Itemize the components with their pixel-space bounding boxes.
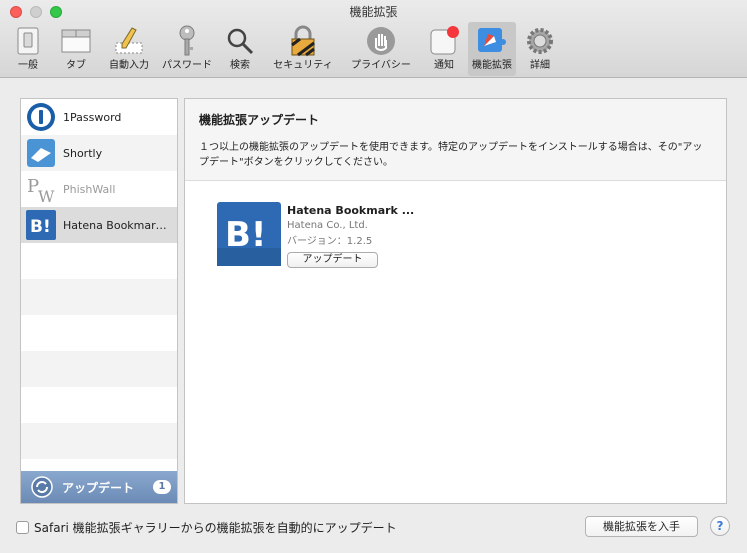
- extension-name: 1Password: [63, 110, 122, 124]
- toolbar-tabs[interactable]: タブ: [52, 22, 100, 76]
- toolbar-advanced[interactable]: 詳細: [516, 22, 564, 76]
- magnifier-icon: [224, 25, 256, 57]
- toolbar-label: セキュリティ: [273, 60, 333, 71]
- panel-header: 機能拡張アップデート １つ以上の機能拡張のアップデートを使用できます。特定のアッ…: [185, 99, 726, 181]
- preferences-window: 機能拡張 一般 タブ 自動入力 パスワード 検索 セキュリティ プライバシー 通…: [0, 0, 747, 553]
- padlock-icon: [287, 25, 319, 57]
- svg-text:B!: B!: [30, 217, 51, 237]
- phishwall-icon: PW: [25, 173, 57, 205]
- toolbar-label: パスワード: [162, 60, 212, 71]
- extensions-list: 1Password Shortly PW PhishWall B! Hatena…: [20, 98, 178, 504]
- updates-panel: 機能拡張アップデート １つ以上の機能拡張のアップデートを使用できます。特定のアッ…: [184, 98, 727, 504]
- toolbar-label: 通知: [434, 60, 454, 71]
- toolbar-privacy[interactable]: プライバシー: [342, 22, 420, 76]
- key-icon: [171, 25, 203, 57]
- extension-name: Shortly: [63, 146, 103, 160]
- extensions-compass-icon: [476, 25, 508, 57]
- updates-label: アップデート: [62, 480, 135, 495]
- toolbar-extensions[interactable]: 機能拡張: [468, 22, 516, 76]
- toolbar-security[interactable]: セキュリティ: [264, 22, 342, 76]
- preferences-toolbar: 一般 タブ 自動入力 パスワード 検索 セキュリティ プライバシー 通知 機能拡…: [4, 22, 564, 76]
- update-item-version: バージョン：1.2.5: [287, 236, 373, 247]
- auto-update-checkbox[interactable]: [16, 521, 29, 534]
- extension-item-1password[interactable]: 1Password: [21, 99, 177, 135]
- extension-item-hatena-bookmark[interactable]: B! Hatena Bookmark ...: [21, 207, 177, 243]
- toolbar-label: タブ: [66, 60, 86, 71]
- list-empty-row: [21, 279, 177, 315]
- svg-text:W: W: [38, 187, 55, 204]
- hand-icon: [365, 25, 397, 57]
- toolbar-label: 詳細: [530, 60, 550, 71]
- updates-count-badge: 1: [153, 480, 171, 494]
- toolbar-label: 機能拡張: [472, 60, 512, 71]
- panel-title: 機能拡張アップデート: [199, 113, 320, 127]
- list-empty-row: [21, 351, 177, 387]
- extension-item-phishwall[interactable]: PW PhishWall: [21, 171, 177, 207]
- toolbar-notifications[interactable]: 通知: [420, 22, 468, 76]
- hatena-bookmark-icon: B!: [217, 202, 281, 266]
- toolbar-label: 一般: [18, 60, 38, 71]
- svg-text:B!: B!: [225, 215, 266, 255]
- auto-update-option: Safari 機能拡張ギャラリーからの機能拡張を自動的にアップデート: [16, 519, 397, 536]
- help-button[interactable]: ?: [710, 516, 730, 536]
- gear-icon: [524, 25, 556, 57]
- update-button[interactable]: アップデート: [287, 252, 378, 268]
- toolbar-general[interactable]: 一般: [4, 22, 52, 76]
- extension-item-shortly[interactable]: Shortly: [21, 135, 177, 171]
- list-empty-row: [21, 387, 177, 423]
- hatena-bookmark-icon: B!: [25, 209, 57, 241]
- switch-icon: [12, 25, 44, 57]
- panel-description: １つ以上の機能拡張のアップデートを使用できます。特定のアップデートをインストール…: [199, 142, 703, 168]
- toolbar-autofill[interactable]: 自動入力: [100, 22, 158, 76]
- onepassword-icon: [25, 101, 57, 133]
- update-item-name: Hatena Bookmark ...: [287, 204, 415, 217]
- notification-icon: [428, 25, 460, 57]
- toolbar-search[interactable]: 検索: [216, 22, 264, 76]
- update-item-info: Hatena Bookmark ... Hatena Co., Ltd. バージ…: [287, 202, 414, 268]
- toolbar-label: プライバシー: [351, 60, 411, 71]
- bottom-bar: Safari 機能拡張ギャラリーからの機能拡張を自動的にアップデート 機能拡張を…: [0, 510, 747, 553]
- extension-name: Hatena Bookmark ...: [63, 218, 173, 232]
- pencil-form-icon: [113, 25, 145, 57]
- title-bar: 機能拡張 一般 タブ 自動入力 パスワード 検索 セキュリティ プライバシー 通…: [0, 0, 747, 78]
- list-empty-row: [21, 423, 177, 459]
- list-empty-row: [21, 315, 177, 351]
- window-title: 機能拡張: [349, 5, 398, 19]
- toolbar-label: 検索: [230, 60, 250, 71]
- toolbar-label: 自動入力: [109, 60, 149, 71]
- update-item-developer: Hatena Co., Ltd.: [287, 220, 368, 231]
- updates-item[interactable]: アップデート 1: [21, 471, 177, 503]
- list-empty-row: [21, 243, 177, 279]
- tabs-icon: [60, 25, 92, 57]
- toolbar-passwords[interactable]: パスワード: [158, 22, 216, 76]
- update-arrows-icon: [31, 476, 53, 498]
- update-item-hatena-bookmark: B! Hatena Bookmark ... Hatena Co., Ltd. …: [217, 202, 414, 268]
- auto-update-label[interactable]: Safari 機能拡張ギャラリーからの機能拡張を自動的にアップデート: [34, 519, 397, 536]
- extension-name: PhishWall: [63, 182, 116, 196]
- get-extensions-button[interactable]: 機能拡張を入手: [585, 516, 698, 537]
- shortly-icon: [25, 137, 57, 169]
